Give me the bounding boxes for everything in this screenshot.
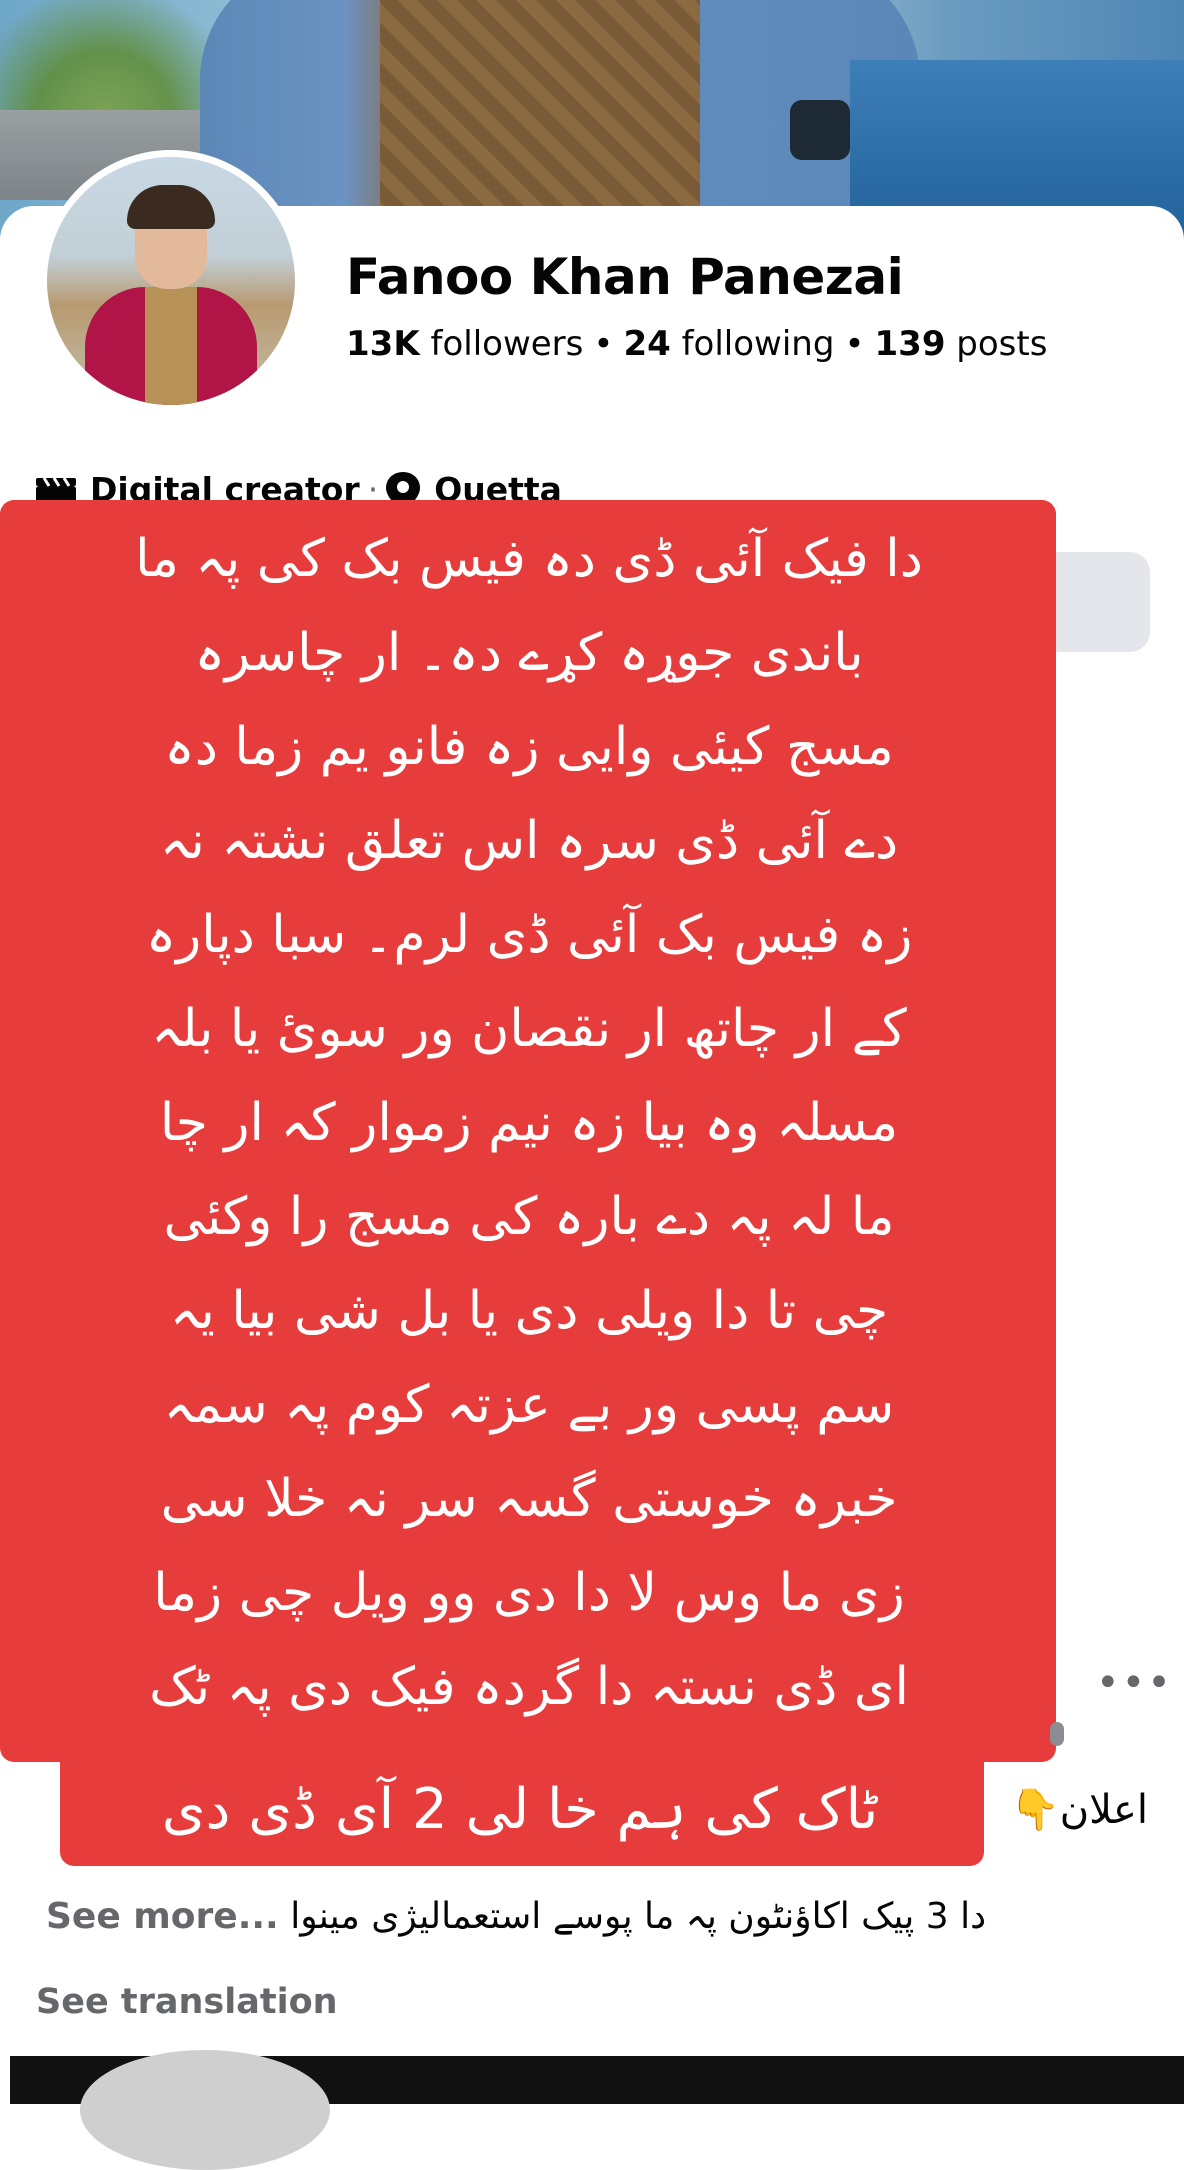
overlay-line: سم پسی ور بے عزتہ کوم پہ سمہ xyxy=(163,1375,895,1435)
overlay-line: دے آئی ڈی سرہ اس تعلق نشتہ نہ xyxy=(159,811,899,871)
posts-link[interactable]: 139 posts xyxy=(875,324,1048,364)
profile-name: Fanoo Khan Panezai xyxy=(346,248,904,306)
meta-separator: · xyxy=(367,470,379,504)
stats-separator: • xyxy=(593,324,614,364)
announcement: اعلان👇 xyxy=(1010,1786,1148,1833)
overlay-line: دا فیک آئی ڈی دہ فیس بک کی پہ ما xyxy=(135,529,923,589)
overlay-line: زی ما وس لا دا دی وو ویل چی زما xyxy=(153,1563,905,1623)
overlay-line: باندی جوړہ کړے دہ۔ ار چاسرہ xyxy=(194,623,864,683)
overlay-line: زہ فیس بک آئی ڈی لرم۔ سبا دپارہ xyxy=(145,905,913,965)
profile-stats: 13K followers • 24 following • 139 posts xyxy=(346,324,1047,364)
pointing-down-icon: 👇 xyxy=(1009,1787,1060,1833)
following-link[interactable]: 24 following xyxy=(623,324,834,364)
announcement-label: اعلان xyxy=(1059,1787,1148,1833)
posts-count: 139 xyxy=(874,324,946,364)
avatar-hair xyxy=(127,185,215,229)
next-post-avatar xyxy=(80,2050,330,2170)
posts-label: posts xyxy=(956,324,1048,364)
scroll-indicator xyxy=(1050,1722,1064,1746)
stats-separator: • xyxy=(844,324,865,364)
overlay-text-lines: دا فیک آئی ڈی دہ فیس بک کی پہ ما باندی ج… xyxy=(14,512,1044,1734)
overlay-line: مسلہ وہ بیا زہ نیم زموار کہ ار چا xyxy=(159,1093,899,1153)
following-label: following xyxy=(681,324,835,364)
overlay-line: کے ار چاتھ ار نقصان ور سوئ یا بلہ xyxy=(151,999,907,1059)
location-label: Quetta xyxy=(434,470,562,504)
cover-watch xyxy=(790,100,850,160)
overlay-last-line: ٹاک کی ہم خا لی 2 آی ڈی دی xyxy=(161,1777,879,1842)
avatar-shirt xyxy=(145,287,197,405)
following-count: 24 xyxy=(623,324,671,364)
overlay-line: چی تا دا ویلی دی یا بل شی بیا یہ xyxy=(169,1281,889,1341)
overlay-line: مسج کیئی وایی زہ فانو یم زما دہ xyxy=(164,717,894,777)
action-button[interactable] xyxy=(1040,552,1150,652)
followers-link[interactable]: 13K followers xyxy=(346,324,583,364)
description-text: دا 3 پیک اکاؤنٹون پہ ما پوسے استعمالیژی … xyxy=(290,1896,987,1937)
see-more-link[interactable]: See more... xyxy=(46,1896,279,1937)
followers-count: 13K xyxy=(346,324,420,364)
more-options-icon[interactable]: ••• xyxy=(1096,1660,1173,1706)
avatar[interactable] xyxy=(47,157,295,405)
overlay-line: خبرہ خوستی گسہ سر نہ خلا سی xyxy=(160,1469,898,1529)
overlay-line: ما لہ پہ دے بارہ کی مسج را وکئی xyxy=(163,1187,895,1247)
post-description: See more... دا 3 پیک اکاؤنٹون پہ ما پوسے… xyxy=(46,1896,1150,1937)
profile-meta: Digital creator · Quetta xyxy=(36,470,562,504)
overlay-line: ای ڈی نستہ دا گردہ فیک دی پہ ٹک xyxy=(149,1657,909,1717)
category-label: Digital creator xyxy=(90,470,360,504)
followers-label: followers xyxy=(430,324,584,364)
see-translation-link[interactable]: See translation xyxy=(36,1982,338,2022)
